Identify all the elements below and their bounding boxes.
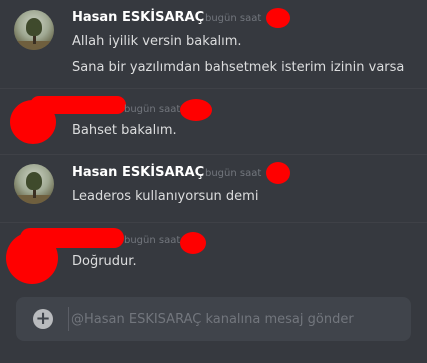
message-group: bugün saat Doğrudur. [0, 224, 427, 284]
message-text: Sana bir yazılımdan bahsetmek isterim iz… [72, 60, 405, 75]
redaction-mark [266, 162, 290, 184]
message-author[interactable]: Hasan ESKİSARAÇ [72, 165, 204, 180]
message-group: bugün saat Bahset bakalım. [0, 90, 427, 150]
avatar[interactable] [14, 10, 54, 50]
message-text: Doğrudur. [72, 254, 137, 269]
message-divider [0, 88, 427, 89]
message-text: Leaderos kullanıyorsun demi [72, 189, 259, 204]
redaction-mark [266, 8, 290, 28]
message-timestamp: bugün saat [205, 168, 262, 179]
message-group: Hasan ESKİSARAÇ bugün saat Allah iyilik … [0, 0, 427, 92]
message-group: Hasan ESKİSARAÇ bugün saat Leaderos kull… [0, 156, 427, 226]
message-text: Bahset bakalım. [72, 123, 177, 138]
redaction-mark [180, 232, 206, 254]
message-input[interactable] [71, 309, 391, 329]
message-divider [0, 222, 427, 223]
message-text: Allah iyilik versin bakalım. [72, 34, 242, 49]
redaction-mark [180, 99, 212, 121]
message-timestamp: bugün saat [124, 235, 181, 246]
redaction-mark [20, 228, 124, 248]
message-divider [0, 154, 427, 155]
message-timestamp: bugün saat [124, 104, 181, 115]
avatar[interactable] [14, 164, 54, 204]
message-timestamp: bugün saat [205, 13, 262, 24]
add-attachment-icon[interactable]: + [33, 309, 53, 329]
message-composer: + [16, 297, 411, 341]
message-author[interactable]: Hasan ESKİSARAÇ [72, 10, 204, 25]
composer-separator [68, 307, 69, 331]
redaction-mark [30, 96, 126, 114]
